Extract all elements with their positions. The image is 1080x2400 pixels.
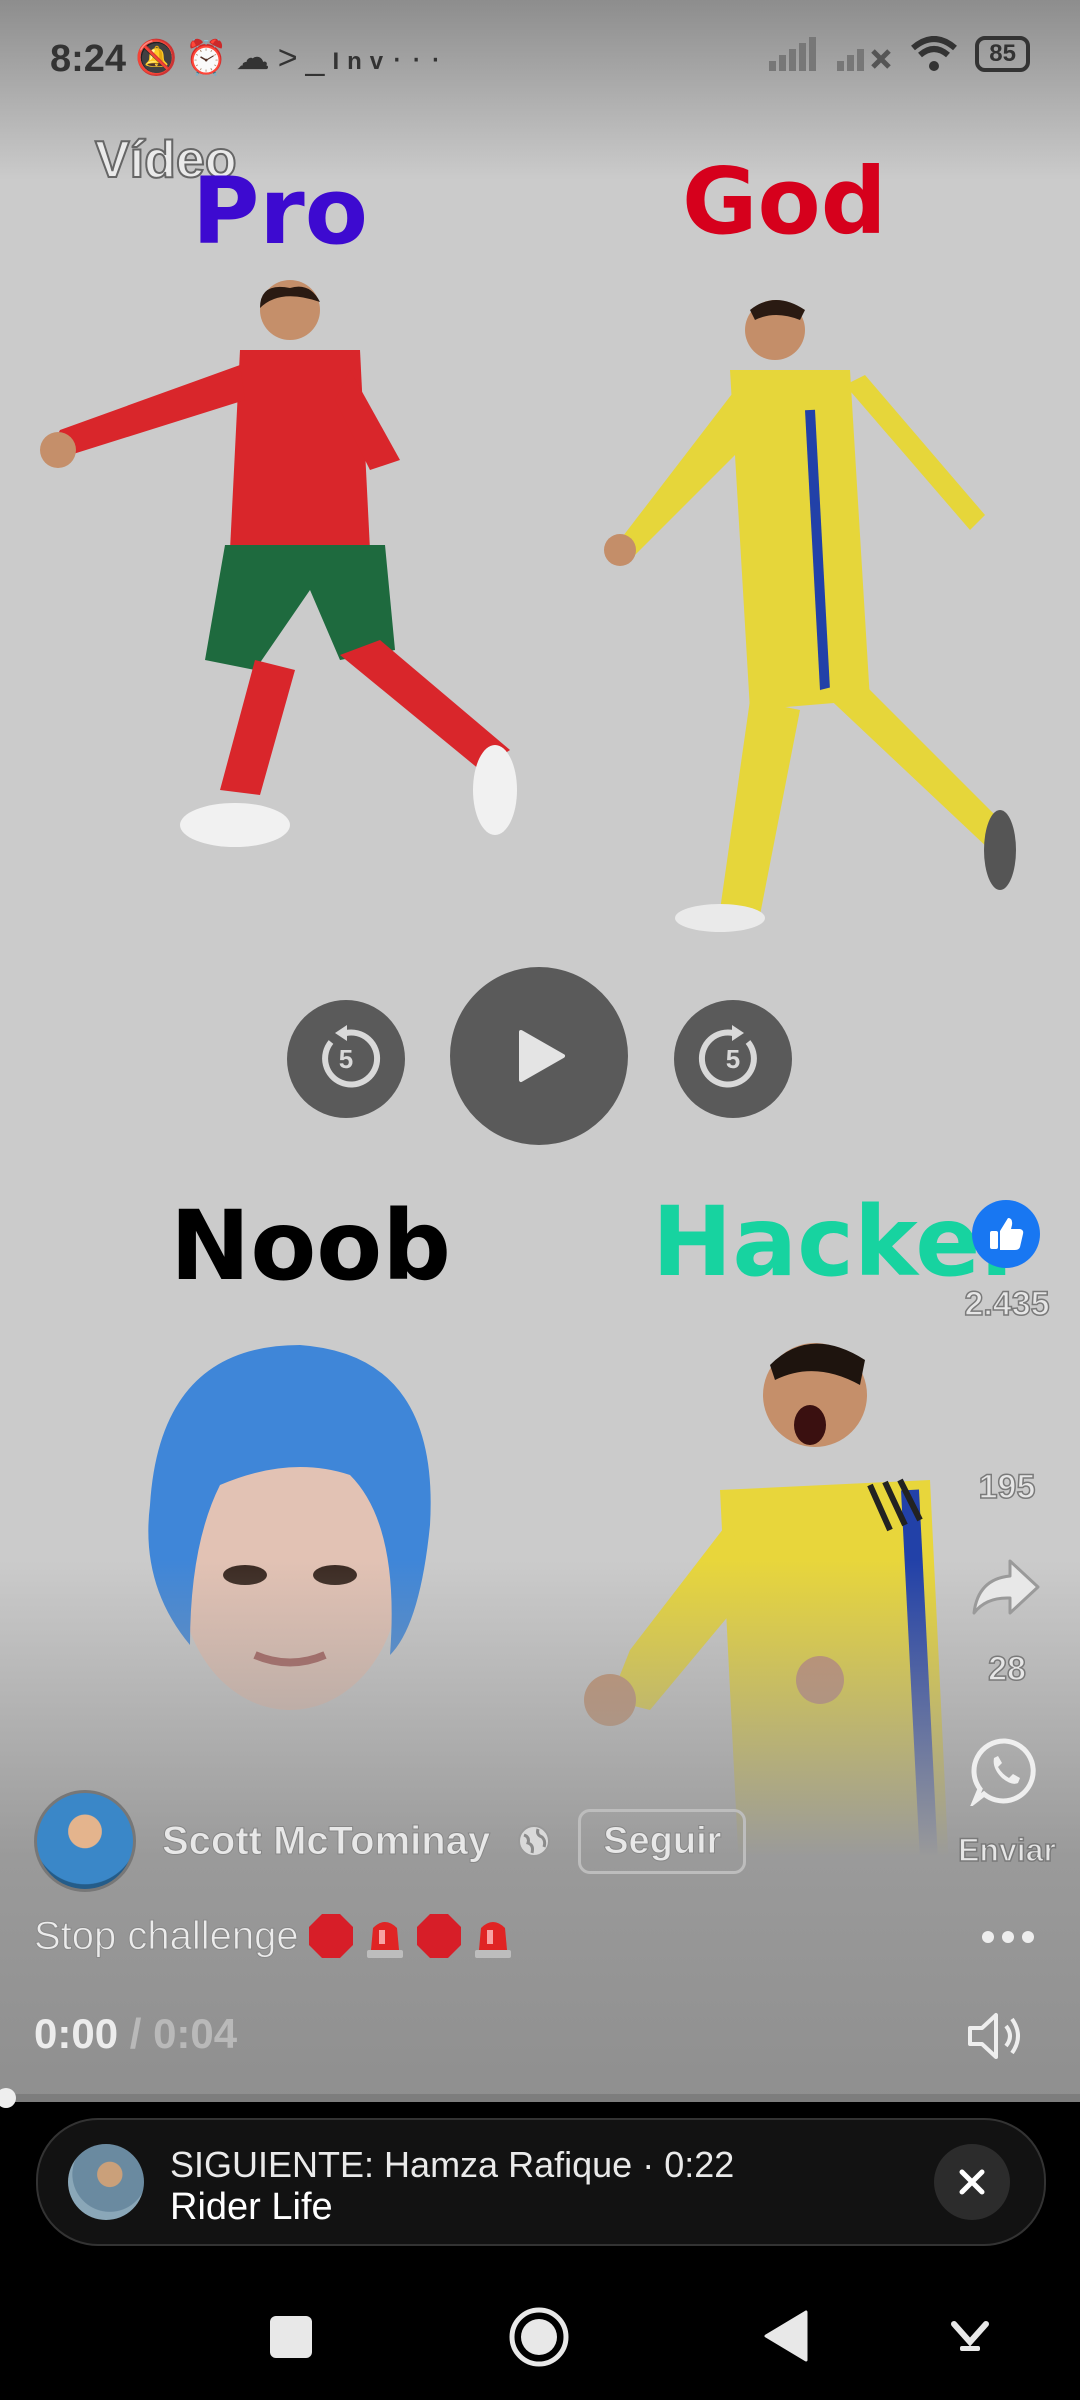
- video-screen[interactable]: Vídeo Pro God Noob Hacker 8:24 🔕⏰☁>_Inv·…: [0, 0, 1080, 2100]
- share-arrow-icon: [972, 1559, 1040, 1615]
- progress-knob[interactable]: [0, 2088, 16, 2108]
- cloud-icon: ☁: [235, 39, 278, 77]
- globe-icon: [518, 1825, 551, 1857]
- wifi-icon: [911, 36, 958, 71]
- send-whatsapp-button[interactable]: [969, 1736, 1040, 1809]
- close-up-next-button[interactable]: [934, 2144, 1010, 2220]
- up-next-title: Rider Life: [170, 2186, 333, 2228]
- progress-bar[interactable]: [0, 2094, 1080, 2102]
- alarm-icon: ⏰: [185, 39, 236, 77]
- rewind-seconds: 5: [338, 1043, 354, 1074]
- up-next-dot: ·: [642, 2144, 655, 2185]
- whatsapp-icon: [969, 1738, 1036, 1809]
- hide-nav-button[interactable]: [950, 2314, 990, 2354]
- terminal-icon: >_: [277, 39, 333, 77]
- stop-sign-icon: [308, 1914, 353, 1958]
- play-button[interactable]: [450, 967, 628, 1145]
- player-figure-yellow: [604, 300, 1016, 932]
- system-status-icons: 85: [769, 36, 1030, 72]
- chevron-down-icon: [951, 2321, 989, 2351]
- up-next-card[interactable]: SIGUIENTE: Hamza Rafique · 0:22 Rider Li…: [36, 2118, 1046, 2246]
- play-icon: [519, 1030, 565, 1082]
- current-time: 0:00: [34, 2010, 119, 2057]
- caption-text: Stop challenge: [34, 1913, 300, 1958]
- author-row: Scott McTominay Seguir: [34, 1790, 747, 1892]
- recents-button[interactable]: [268, 2314, 314, 2360]
- system-nav-bar: [0, 2270, 1080, 2400]
- comment-count: 195: [978, 1467, 1036, 1507]
- up-next-channel: Hamza Rafique: [384, 2144, 633, 2185]
- home-button[interactable]: [508, 2306, 570, 2368]
- bell-off-icon: 🔕: [135, 39, 186, 77]
- close-icon: [959, 2169, 985, 2195]
- player-figure-red: [40, 280, 517, 847]
- label-noob: Noob: [170, 1190, 451, 1302]
- duration: 0:04: [153, 2010, 238, 2057]
- up-next-length: 0:22: [664, 2144, 735, 2185]
- up-next-header: SIGUIENTE: Hamza Rafique · 0:22: [170, 2144, 734, 2186]
- square-icon: [270, 2316, 312, 2358]
- forward-seconds: 5: [725, 1043, 741, 1074]
- inv-icon: Inv: [332, 48, 392, 75]
- follow-button[interactable]: Seguir: [578, 1808, 747, 1874]
- volume-button[interactable]: [966, 2008, 1026, 2064]
- more-options-button[interactable]: [978, 1922, 1038, 1952]
- battery-icon: 85: [975, 36, 1030, 72]
- time-readout: 0:00 / 0:04: [34, 2010, 237, 2058]
- siren-icon: [366, 1922, 403, 1958]
- status-bar: 8:24 🔕⏰☁>_Inv··· 85: [0, 0, 1080, 110]
- more-dots-icon: [982, 1931, 1034, 1943]
- back-button[interactable]: [762, 2310, 810, 2362]
- stop-sign-icon: [416, 1914, 461, 1958]
- up-next-thumbnail: [68, 2144, 144, 2220]
- send-label: Enviar: [957, 1831, 1056, 1869]
- notification-icons: 🔕⏰☁>_Inv···: [135, 38, 449, 78]
- more-dots-icon: ···: [391, 39, 450, 77]
- label-hacker: Hacker: [652, 1186, 1028, 1298]
- like-button[interactable]: [972, 1200, 1040, 1268]
- share-button[interactable]: [970, 1555, 1042, 1619]
- author-avatar[interactable]: [34, 1790, 136, 1892]
- author-name[interactable]: Scott McTominay: [161, 1818, 490, 1864]
- label-pro: Pro: [192, 158, 369, 265]
- thumbs-up-icon: [990, 1218, 1024, 1250]
- signal-icon: [769, 37, 817, 71]
- forward-5-button[interactable]: 5: [674, 1000, 792, 1118]
- signal-no-service-icon: [837, 49, 892, 71]
- status-time: 8:24: [50, 38, 127, 80]
- speaker-icon: [968, 2013, 1020, 2059]
- like-count: 2.435: [964, 1284, 1051, 1324]
- circle-home-icon: [509, 2307, 569, 2367]
- time-separator: /: [129, 2010, 142, 2057]
- up-next-prefix: SIGUIENTE:: [170, 2144, 375, 2185]
- label-god: God: [682, 148, 887, 255]
- share-count: 28: [987, 1649, 1026, 1689]
- triangle-back-icon: [764, 2310, 808, 2362]
- siren-icon: [474, 1922, 511, 1958]
- rewind-5-button[interactable]: 5: [287, 1000, 405, 1118]
- video-caption: Stop challenge: [34, 1912, 515, 1960]
